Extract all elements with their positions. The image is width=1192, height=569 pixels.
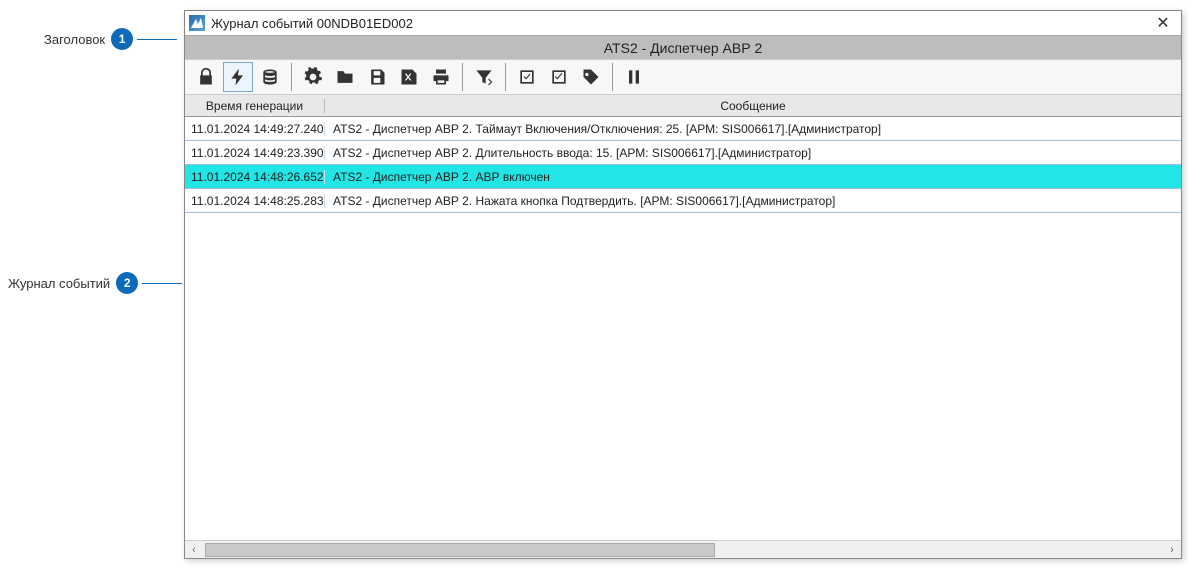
cell-msg: ATS2 - Диспетчер АВР 2. АВР включен: [325, 170, 1181, 184]
annotation-line: [137, 39, 177, 40]
pause-icon[interactable]: [619, 62, 649, 92]
scroll-track[interactable]: [715, 543, 1163, 557]
event-log-window: Журнал событий 00NDB01ED002 ✕ ATS2 - Дис…: [184, 10, 1182, 559]
col-time[interactable]: Время генерации: [185, 99, 325, 113]
table-row[interactable]: 11.01.2024 14:49:27.240ATS2 - Диспетчер …: [185, 117, 1181, 141]
page-header: ATS2 - Диспетчер АВР 2: [185, 35, 1181, 59]
titlebar[interactable]: Журнал событий 00NDB01ED002 ✕: [185, 11, 1181, 35]
scroll-left-icon[interactable]: ‹: [185, 544, 203, 556]
scroll-right-icon[interactable]: ›: [1163, 544, 1181, 556]
toolbar-sep: [505, 63, 506, 91]
save-icon[interactable]: [362, 62, 392, 92]
print-icon[interactable]: [426, 62, 456, 92]
close-icon[interactable]: ✕: [1149, 13, 1177, 33]
window-title: Журнал событий 00NDB01ED002: [211, 16, 1149, 31]
folder-icon[interactable]: [330, 62, 360, 92]
cell-time: 11.01.2024 14:49:23.390: [185, 146, 325, 160]
app-icon: [189, 15, 205, 31]
table-row[interactable]: 11.01.2024 14:48:26.652ATS2 - Диспетчер …: [185, 165, 1181, 189]
annotation-header-badge: 1: [111, 28, 133, 50]
annotation-header: Заголовок 1: [44, 28, 177, 50]
table-row[interactable]: 11.01.2024 14:49:23.390ATS2 - Диспетчер …: [185, 141, 1181, 165]
toolbar-sep: [462, 63, 463, 91]
cell-time: 11.01.2024 14:48:26.652: [185, 170, 325, 184]
table-body: 11.01.2024 14:49:27.240ATS2 - Диспетчер …: [185, 117, 1181, 540]
lock-icon[interactable]: [191, 62, 221, 92]
bolt-icon[interactable]: [223, 62, 253, 92]
excel-icon[interactable]: [394, 62, 424, 92]
toolbar-sep: [612, 63, 613, 91]
cell-msg: ATS2 - Диспетчер АВР 2. Длительность вво…: [325, 146, 1181, 160]
gear-icon[interactable]: [298, 62, 328, 92]
hscrollbar[interactable]: ‹ ›: [185, 540, 1181, 558]
table-row[interactable]: 11.01.2024 14:48:25.283ATS2 - Диспетчер …: [185, 189, 1181, 213]
annotation-header-label: Заголовок: [44, 32, 105, 47]
annotation-log-label: Журнал событий: [8, 276, 110, 291]
check-double-icon[interactable]: [544, 62, 574, 92]
cell-msg: ATS2 - Диспетчер АВР 2. Таймаут Включени…: [325, 122, 1181, 136]
db-icon[interactable]: [255, 62, 285, 92]
annotation-log-badge: 2: [116, 272, 138, 294]
annotation-log: Журнал событий 2: [8, 272, 182, 294]
cell-time: 11.01.2024 14:48:25.283: [185, 194, 325, 208]
col-msg[interactable]: Сообщение: [325, 99, 1181, 113]
toolbar: [185, 59, 1181, 95]
scroll-thumb[interactable]: [205, 543, 715, 557]
page-header-text: ATS2 - Диспетчер АВР 2: [604, 40, 762, 56]
annotation-line: [142, 283, 182, 284]
column-headers: Время генерации Сообщение: [185, 95, 1181, 117]
cell-time: 11.01.2024 14:49:27.240: [185, 122, 325, 136]
toolbar-sep: [291, 63, 292, 91]
tag-icon[interactable]: [576, 62, 606, 92]
filter-icon[interactable]: [469, 62, 499, 92]
check-icon[interactable]: [512, 62, 542, 92]
cell-msg: ATS2 - Диспетчер АВР 2. Нажата кнопка По…: [325, 194, 1181, 208]
